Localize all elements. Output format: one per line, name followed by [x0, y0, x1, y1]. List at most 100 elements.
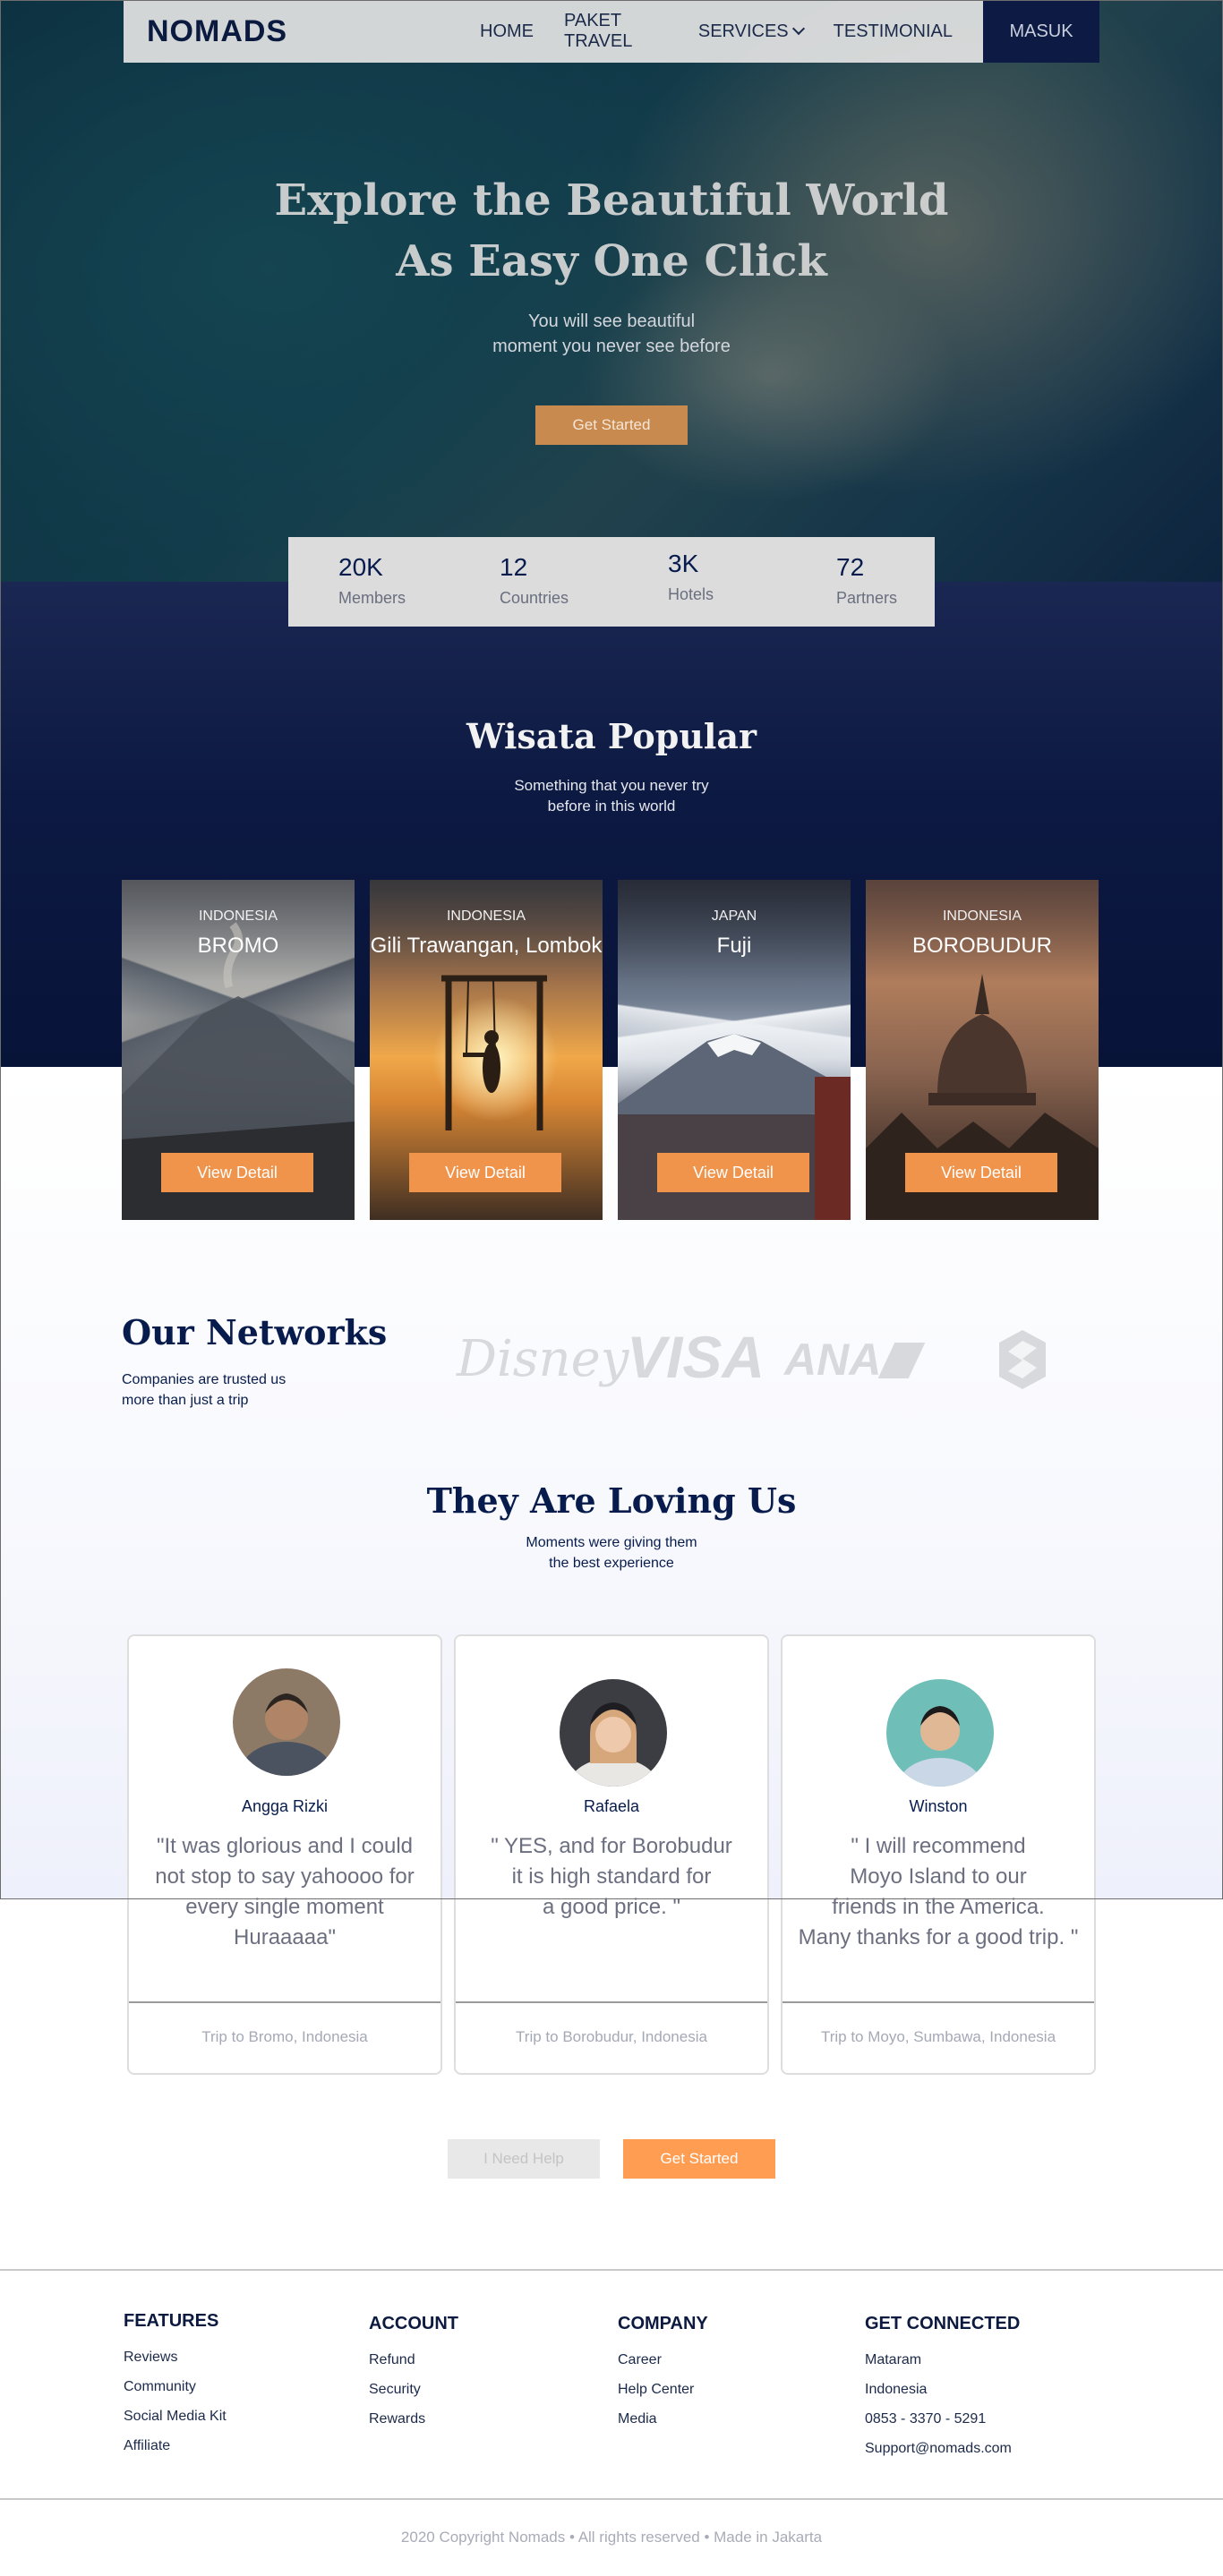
footer-divider-top	[0, 2269, 1223, 2271]
hero-subtitle: You will see beautiful moment you never …	[0, 309, 1223, 359]
disney-logo: Disney	[457, 1330, 629, 1388]
card-destination-name: BROMO	[197, 934, 279, 958]
testimonial-name: Angga Rizki	[241, 1797, 329, 1815]
hero-title: Explore the Beautiful World As Easy One …	[0, 170, 1223, 292]
testimonial-quote: " I will recommend Moyo Island to our fr…	[798, 1834, 1079, 1949]
stat-value: 12	[500, 553, 528, 581]
card-destination-name: Fuji	[716, 934, 752, 958]
card-country: JAPAN	[711, 908, 757, 924]
hero-get-started-button[interactable]: Get Started	[535, 405, 688, 445]
get-started-button[interactable]: Get Started	[623, 2139, 775, 2179]
stat-label: Countries	[500, 589, 569, 607]
testimonials-title: They Are Loving Us	[426, 1480, 797, 1521]
footer-column-features: FEATURES Reviews Community Social Media …	[124, 2311, 227, 2461]
divider	[129, 2001, 440, 2003]
card-destination-name: Gili Trawangan, Lombok	[370, 934, 603, 958]
testimonial-card: Angga Rizki "It was glorious and I could…	[127, 1634, 442, 2075]
divider	[783, 2001, 1094, 2003]
footer-link[interactable]: Refund	[369, 2345, 458, 2375]
networks-subtitle-line-2: more than just a trip	[122, 1393, 249, 1408]
footer-link[interactable]: Career	[618, 2345, 708, 2375]
footer-email[interactable]: Support@nomads.com	[865, 2434, 1020, 2463]
stat-value: 72	[836, 553, 865, 581]
ana-logo-text: ANA	[784, 1335, 882, 1385]
nav-home-link[interactable]: HOME	[480, 21, 534, 42]
nav-paket-travel-label: PAKET TRAVEL	[564, 11, 633, 51]
testimonial-trip: Trip to Borobudur, Indonesia	[516, 2028, 707, 2045]
popular-subtitle-line-1: Something that you never try	[514, 777, 709, 794]
footer-column-company: COMPANY Career Help Center Media	[618, 2314, 708, 2434]
footer-contact-text: Indonesia	[865, 2382, 928, 2397]
avatar-angga-image	[233, 1668, 340, 1776]
view-detail-button[interactable]: View Detail	[161, 1153, 313, 1192]
card-country: INDONESIA	[198, 908, 278, 924]
testimonial-quote: " YES, and for Borobudur it is high stan…	[491, 1834, 732, 1919]
login-button[interactable]: MASUK	[983, 0, 1099, 63]
travel-card-fuji[interactable]: JAPAN Fuji View Detail	[618, 880, 851, 1220]
nav-paket-travel-link[interactable]: PAKET TRAVEL	[564, 11, 668, 52]
testimonials-subtitle: Moments were giving them the best experi…	[0, 1532, 1223, 1574]
stat-label: Partners	[836, 589, 898, 607]
stat-label: Members	[338, 589, 406, 607]
stats-bar: 20K Members 12 Countries 3K Hotels 72 Pa…	[288, 537, 935, 627]
travel-card-gili-trawangan[interactable]: INDONESIA Gili Trawangan, Lombok View De…	[370, 880, 603, 1220]
avatar	[560, 1679, 667, 1787]
popular-subtitle-line-2: before in this world	[547, 798, 676, 815]
need-help-button[interactable]: I Need Help	[448, 2139, 600, 2179]
nav-testimonial-label: TESTIMONIAL	[833, 21, 953, 41]
avatar	[233, 1668, 340, 1776]
testimonial-card: Winston " I will recommend Moyo Island t…	[781, 1634, 1096, 2075]
nav-services-label: SERVICES	[697, 21, 789, 41]
card-country: INDONESIA	[446, 908, 526, 924]
footer-link[interactable]: Affiliate	[124, 2431, 227, 2461]
hero-title-line-1: Explore the Beautiful World	[274, 175, 949, 226]
footer-contact-text: Mataram	[865, 2352, 922, 2367]
card-destination-name: BOROBUDUR	[911, 934, 1052, 958]
footer-link[interactable]: Media	[618, 2404, 708, 2434]
networks-subtitle-line-1: Companies are trusted us	[122, 1372, 287, 1387]
nomads-logo[interactable]: NOMADS	[147, 14, 287, 49]
testimonial-trip: Trip to Moyo, Sumbawa, Indonesia	[820, 2028, 1056, 2045]
footer-heading: FEATURES	[124, 2311, 219, 2331]
ana-logo: ANA	[784, 1334, 926, 1386]
footer-heading: COMPANY	[618, 2314, 708, 2333]
nav-services-dropdown[interactable]: SERVICES	[697, 21, 805, 42]
divider	[456, 2001, 767, 2003]
stat-label: Hotels	[668, 585, 714, 603]
testimonial-trip: Trip to Bromo, Indonesia	[201, 2028, 368, 2045]
stat-countries: 12 Countries	[500, 553, 569, 608]
popular-title: Wisata Popular	[466, 716, 757, 756]
footer-link[interactable]: Rewards	[369, 2404, 458, 2434]
testimonial-name: Winston	[909, 1797, 968, 1815]
stat-members: 20K Members	[338, 553, 406, 608]
networks-title: Our Networks	[122, 1312, 388, 1352]
footer-link[interactable]: Reviews	[124, 2342, 227, 2372]
footer-link[interactable]: Community	[124, 2372, 227, 2401]
view-detail-button[interactable]: View Detail	[905, 1153, 1057, 1192]
hero-title-line-2: As Easy One Click	[396, 236, 827, 286]
stat-partners: 72 Partners	[836, 553, 897, 608]
footer-phone[interactable]: 0853 - 3370 - 5291	[865, 2404, 1020, 2434]
footer-column-account: ACCOUNT Refund Security Rewards	[369, 2314, 458, 2434]
popular-subtitle: Something that you never try before in t…	[0, 775, 1223, 816]
shield-logo-icon	[999, 1330, 1046, 1389]
footer-link[interactable]: Security	[369, 2375, 458, 2404]
travel-card-bromo[interactable]: INDONESIA BROMO View Detail	[122, 880, 355, 1220]
chevron-down-icon	[791, 21, 805, 36]
nav-testimonial-link[interactable]: TESTIMONIAL	[834, 21, 953, 42]
testimonial-name: Rafaela	[583, 1797, 640, 1815]
avatar-winston-image	[886, 1679, 994, 1787]
copyright-text: 2020 Copyright Nomads • All rights reser…	[400, 2529, 823, 2546]
hero-subtitle-line-1: You will see beautiful	[527, 311, 696, 331]
footer-link[interactable]: Social Media Kit	[124, 2401, 227, 2431]
footer-link[interactable]: Help Center	[618, 2375, 708, 2404]
view-detail-button[interactable]: View Detail	[409, 1153, 561, 1192]
nav-home-label: HOME	[480, 21, 534, 41]
visa-logo: VISA	[627, 1324, 765, 1390]
view-detail-button[interactable]: View Detail	[657, 1153, 809, 1192]
avatar-rafaela-image	[560, 1679, 667, 1787]
networks-subtitle: Companies are trusted us more than just …	[122, 1369, 337, 1411]
travel-card-borobudur[interactable]: INDONESIA BOROBUDUR View Detail	[866, 880, 1099, 1220]
testimonial-card: Rafaela " YES, and for Borobudur it is h…	[454, 1634, 769, 2075]
stat-value: 20K	[338, 553, 383, 581]
